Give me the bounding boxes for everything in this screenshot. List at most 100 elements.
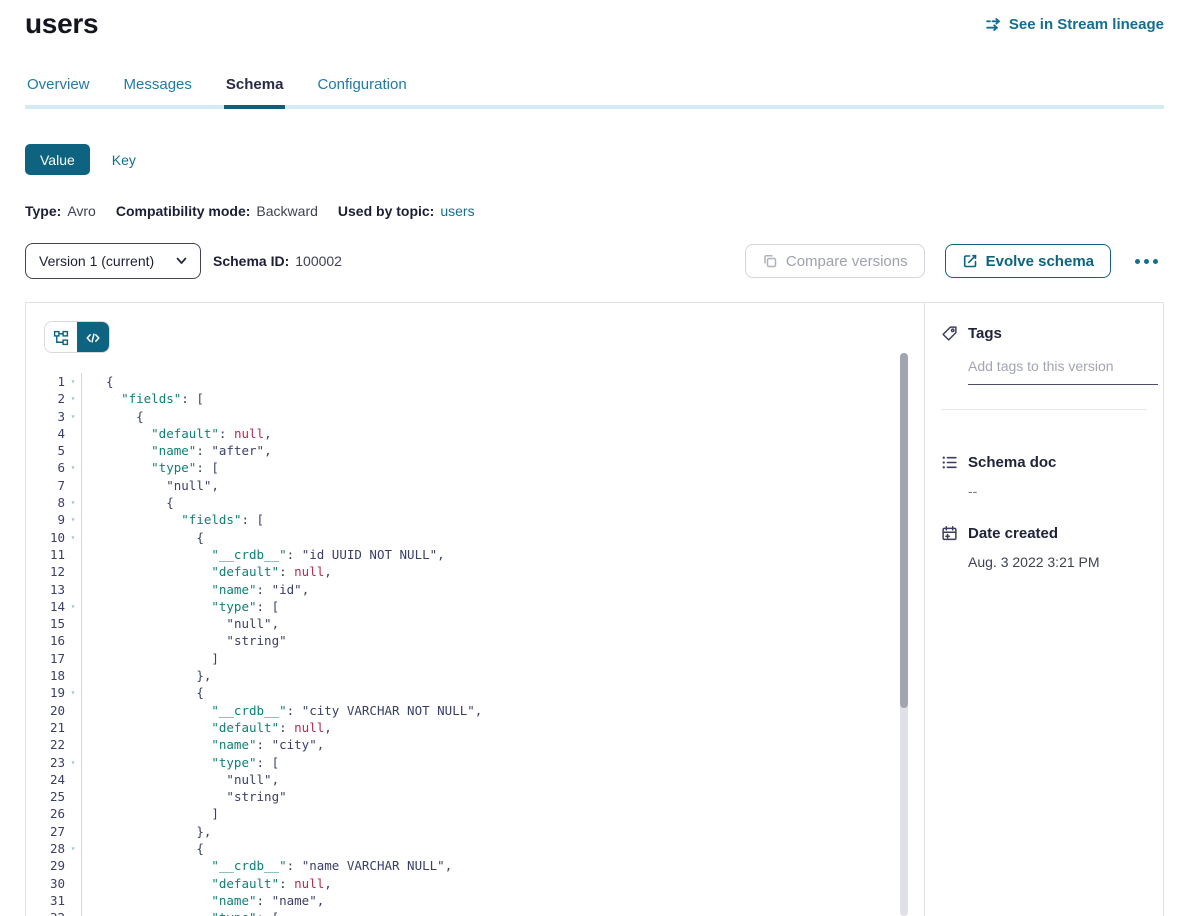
- code-text: {: [81, 494, 174, 511]
- collapse-arrow-icon[interactable]: ▾: [65, 529, 81, 546]
- tab-configuration[interactable]: Configuration: [315, 76, 408, 109]
- sidebar-divider: [941, 409, 1147, 410]
- collapse-arrow-icon[interactable]: ▾: [65, 684, 81, 701]
- line-number: 8: [26, 494, 65, 511]
- value-toggle-button[interactable]: Value: [25, 144, 90, 175]
- code-text: "type": [: [81, 459, 219, 476]
- tab-overview[interactable]: Overview: [25, 76, 92, 109]
- schema-doc-section: Schema doc --: [941, 454, 1147, 499]
- meta-type-value: Avro: [67, 203, 96, 219]
- code-text: ]: [81, 650, 219, 667]
- code-line: 32▾ "type": [: [26, 909, 904, 916]
- code-text: "null",: [81, 771, 279, 788]
- code-text: "name": "city",: [81, 736, 324, 753]
- code-text: },: [81, 667, 211, 684]
- meta-compatibility: Compatibility mode: Backward: [116, 203, 318, 219]
- code-line: 5 "name": "after",: [26, 442, 904, 459]
- line-number: 11: [26, 546, 65, 563]
- add-tags-input[interactable]: [968, 358, 1158, 385]
- tab-messages[interactable]: Messages: [122, 76, 194, 109]
- topic-link[interactable]: users: [440, 203, 474, 219]
- code-line: 21 "default": null,: [26, 719, 904, 736]
- compare-versions-label: Compare versions: [786, 253, 908, 270]
- evolve-schema-button[interactable]: Evolve schema: [945, 244, 1111, 278]
- line-number: 29: [26, 857, 65, 874]
- code-line: 16 "string": [26, 632, 904, 649]
- tab-schema[interactable]: Schema: [224, 76, 286, 109]
- code-line: 25 "string": [26, 788, 904, 805]
- topbar: users See in Stream lineage: [25, 0, 1164, 40]
- date-created-title: Date created: [968, 525, 1058, 542]
- key-toggle-button[interactable]: Key: [104, 144, 144, 175]
- meta-compatibility-value: Backward: [256, 203, 317, 219]
- code-line: 8▾ {: [26, 494, 904, 511]
- see-in-stream-lineage-link[interactable]: See in Stream lineage: [985, 16, 1164, 33]
- schema-sidebar: Tags: [924, 303, 1163, 916]
- scrollbar-thumb[interactable]: [900, 353, 908, 708]
- line-number: 2: [26, 390, 65, 407]
- code-text: "default": null,: [81, 875, 332, 892]
- meta-used-by-topic: Used by topic: users: [338, 203, 475, 219]
- tag-icon: [941, 325, 958, 342]
- code-text: {: [81, 684, 204, 701]
- tags-header: Tags: [941, 325, 1147, 342]
- collapse-arrow-icon[interactable]: ▾: [65, 373, 81, 390]
- collapse-arrow-icon[interactable]: ▾: [65, 909, 81, 916]
- line-number: 14: [26, 598, 65, 615]
- code-text: "default": null,: [81, 719, 332, 736]
- tree-view-button[interactable]: [45, 322, 77, 353]
- schema-code-viewer: 1▾{2▾ "fields": [3▾ {4 "default": null,5…: [26, 303, 924, 916]
- code-line: 18 },: [26, 667, 904, 684]
- tags-section: Tags: [941, 325, 1147, 410]
- schema-meta-row: Type: Avro Compatibility mode: Backward …: [25, 203, 1164, 219]
- collapse-arrow-icon[interactable]: ▾: [65, 459, 81, 476]
- more-options-button[interactable]: [1129, 253, 1164, 270]
- code-text: "__crdb__": "id UUID NOT NULL",: [81, 546, 445, 563]
- meta-type: Type: Avro: [25, 203, 96, 219]
- code-line: 23▾ "type": [: [26, 754, 904, 771]
- code-line: 1▾{: [26, 373, 904, 390]
- code-line: 11 "__crdb__": "id UUID NOT NULL",: [26, 546, 904, 563]
- line-number: 3: [26, 408, 65, 425]
- code-view-button[interactable]: [77, 322, 109, 353]
- line-number: 32: [26, 909, 65, 916]
- collapse-arrow-icon[interactable]: ▾: [65, 598, 81, 615]
- version-select-value: Version 1 (current): [39, 253, 154, 269]
- code-brackets-icon: [85, 330, 101, 346]
- code-line: 20 "__crdb__": "city VARCHAR NOT NULL",: [26, 702, 904, 719]
- code-text: "type": [: [81, 598, 279, 615]
- schema-doc-header: Schema doc: [941, 454, 1147, 471]
- collapse-arrow-icon[interactable]: ▾: [65, 390, 81, 407]
- line-number: 22: [26, 736, 65, 753]
- version-select[interactable]: Version 1 (current): [25, 243, 201, 279]
- collapse-arrow-icon[interactable]: ▾: [65, 408, 81, 425]
- line-number: 20: [26, 702, 65, 719]
- collapse-arrow-icon[interactable]: ▾: [65, 511, 81, 528]
- code-text: "default": null,: [81, 425, 272, 442]
- code-text: {: [81, 840, 204, 857]
- code-text: "__crdb__": "name VARCHAR NULL",: [81, 857, 452, 874]
- line-number: 7: [26, 477, 65, 494]
- code-scrollbar[interactable]: [900, 353, 908, 916]
- line-number: 30: [26, 875, 65, 892]
- collapse-arrow-icon[interactable]: ▾: [65, 840, 81, 857]
- code-text: },: [81, 823, 211, 840]
- line-number: 27: [26, 823, 65, 840]
- code-line: 30 "default": null,: [26, 875, 904, 892]
- line-number: 25: [26, 788, 65, 805]
- meta-compatibility-label: Compatibility mode:: [116, 203, 251, 219]
- meta-topic-label: Used by topic:: [338, 203, 434, 219]
- controls-row: Version 1 (current) Schema ID: 100002 Co…: [25, 243, 1164, 279]
- calendar-plus-icon: [941, 525, 958, 542]
- code-line: 3▾ {: [26, 408, 904, 425]
- collapse-arrow-icon[interactable]: ▾: [65, 494, 81, 511]
- meta-type-label: Type:: [25, 203, 61, 219]
- line-number: 19: [26, 684, 65, 701]
- collapse-arrow-icon[interactable]: ▾: [65, 754, 81, 771]
- tree-hierarchy-icon: [53, 330, 69, 346]
- code-text: {: [81, 529, 204, 546]
- code-text: "null",: [81, 477, 219, 494]
- compare-versions-button[interactable]: Compare versions: [745, 244, 925, 278]
- code-text: {: [81, 408, 144, 425]
- code-text: {: [81, 373, 114, 390]
